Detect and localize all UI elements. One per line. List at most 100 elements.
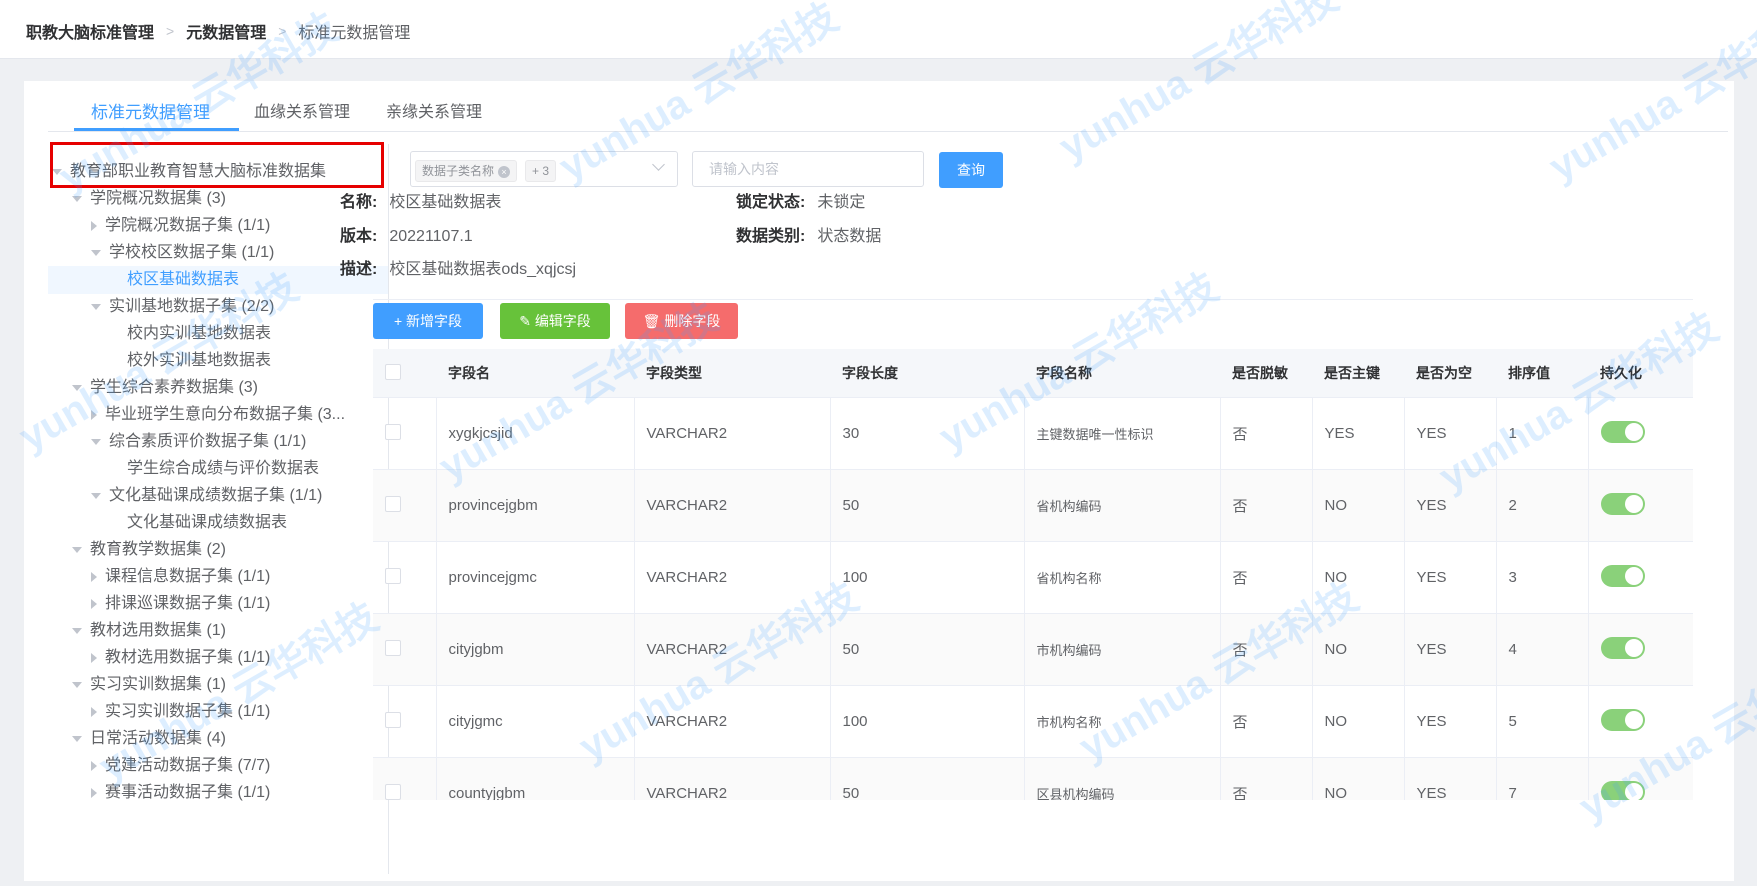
edit-field-button[interactable]: ✎ 编辑字段 xyxy=(500,303,610,339)
tree-node[interactable]: 学院概况数据子集 (1/1) xyxy=(91,212,270,240)
persist-toggle[interactable] xyxy=(1600,636,1645,659)
persist-cell xyxy=(1588,757,1693,800)
subclass-select[interactable]: 数据子类名称 × + 3 xyxy=(410,151,678,187)
row-checkbox[interactable] xyxy=(373,613,437,686)
table-cell-mask: 否 xyxy=(1220,685,1313,758)
tree-node[interactable]: 学校校区数据子集 (1/1) xyxy=(91,239,274,267)
row-checkbox[interactable] xyxy=(373,685,437,758)
tree-node[interactable]: 排课巡课数据子集 (1/1) xyxy=(91,590,270,618)
table-cell-name: cityjgbm xyxy=(436,613,635,686)
search-input[interactable]: 请输入内容 xyxy=(692,151,924,187)
select-all-checkbox[interactable] xyxy=(373,349,436,398)
row-checkbox[interactable] xyxy=(373,541,437,614)
table-row[interactable]: provincejgbm VARCHAR2 50 省机构编码否 NO YES 2 xyxy=(373,469,1693,542)
table-cell-name: cityjgmc xyxy=(436,685,635,758)
col-header: 字段类型 xyxy=(634,349,830,398)
tree-node[interactable]: 学生综合成绩与评价数据表 xyxy=(110,455,319,483)
tree-node-label: 学生综合成绩与评价数据表 xyxy=(127,460,320,477)
select-more-chip: + 3 xyxy=(525,160,557,182)
caret-down-icon xyxy=(72,681,82,688)
tree-node[interactable]: 实训基地数据子集 (2/2) xyxy=(91,293,274,321)
tree-node[interactable]: 文化基础课成绩数据子集 (1/1) xyxy=(91,482,322,510)
tree-node-label: 学校校区数据子集 (1/1) xyxy=(109,244,275,261)
table-cell-name: countyjgbm xyxy=(436,757,635,800)
tree-node[interactable]: 教材选用数据集 (1) xyxy=(72,617,226,645)
close-icon[interactable]: × xyxy=(498,166,511,178)
tree-node-label: 教材选用数据子集 (1/1) xyxy=(105,649,271,666)
checkbox-icon xyxy=(385,639,401,656)
tree-node[interactable]: 文化基础课成绩数据表 xyxy=(110,509,287,537)
persist-cell xyxy=(1588,541,1693,614)
tree-node[interactable]: 学生综合素养数据集 (3) xyxy=(72,374,258,402)
tree-node[interactable]: 校外实训基地数据表 xyxy=(110,347,271,375)
info-value: 校区基础数据表 xyxy=(389,194,502,211)
table-row[interactable]: xygkjcsjid VARCHAR2 30 主键数据唯一性标识否 YES YES 1 xyxy=(373,397,1693,470)
persist-toggle[interactable] xyxy=(1600,564,1645,587)
persist-toggle[interactable] xyxy=(1600,780,1645,800)
info-label: 名称: xyxy=(340,194,378,211)
caret-down-icon xyxy=(72,627,82,634)
table-cell-type: VARCHAR2 xyxy=(634,541,831,614)
table-cell-cname: 省机构编码 xyxy=(1024,469,1221,542)
table-cell-name: xygkjcsjid xyxy=(436,397,635,470)
tree-node-label: 教材选用数据集 (1) xyxy=(90,622,227,639)
caret-down-icon xyxy=(72,384,82,391)
tree-node[interactable]: 教育教学数据集 (2) xyxy=(72,536,226,564)
tree-node[interactable]: 课程信息数据子集 (1/1) xyxy=(91,563,270,591)
tree-node[interactable]: 赛事活动数据子集 (1/1) xyxy=(91,779,270,807)
table-cell-name: provincejgbm xyxy=(436,469,635,542)
tree-node[interactable]: 实习实训数据子集 (1/1) xyxy=(91,698,270,726)
trash-icon: 🗑 xyxy=(642,313,665,329)
persist-toggle[interactable] xyxy=(1600,420,1645,443)
row-checkbox[interactable] xyxy=(373,469,437,542)
breadcrumb-item-current: 标准元数据管理 xyxy=(298,25,411,42)
row-checkbox[interactable] xyxy=(373,757,437,800)
tree-node[interactable]: 教材选用数据子集 (1/1) xyxy=(91,644,270,672)
tree-node-label: 学院概况数据集 (3) xyxy=(90,190,227,207)
tree-node[interactable]: 毕业班学生意向分布数据子集 (3... xyxy=(91,401,345,429)
tab-standard-metadata[interactable]: 标准元数据管理 xyxy=(91,98,210,123)
tree-node-label: 实习实训数据子集 (1/1) xyxy=(105,703,271,720)
tree-node-label: 实习实训数据集 (1) xyxy=(90,676,227,693)
tree-node-label: 日常活动数据集 (4) xyxy=(90,730,227,747)
tab-kinship[interactable]: 亲缘关系管理 xyxy=(386,98,482,122)
row-checkbox[interactable] xyxy=(373,397,437,470)
caret-right-icon xyxy=(91,220,97,231)
breadcrumb-item-metadata[interactable]: 元数据管理 xyxy=(186,19,266,43)
tree-node-label: 学生综合素养数据集 (3) xyxy=(90,379,259,396)
highlight-box xyxy=(50,142,384,188)
tree-node-label: 排课巡课数据子集 (1/1) xyxy=(105,595,271,612)
table-row[interactable]: cityjgmc VARCHAR2 100 市机构名称否 NO YES 5 xyxy=(373,685,1693,758)
col-header: 字段名 xyxy=(436,349,634,398)
edit-field-label: 编辑字段 xyxy=(534,313,591,329)
table-cell-cname: 主键数据唯一性标识 xyxy=(1024,397,1221,470)
table-cell-len: 50 xyxy=(830,469,1025,542)
tree-node[interactable]: 实习实训数据集 (1) xyxy=(72,671,226,699)
tree-node[interactable]: 日常活动数据集 (4) xyxy=(72,725,226,753)
tab-lineage[interactable]: 血缘关系管理 xyxy=(254,98,350,122)
breadcrumb-item-brain[interactable]: 职教大脑标准管理 xyxy=(26,19,154,43)
chevron-down-icon xyxy=(652,158,665,171)
delete-field-button[interactable]: 🗑 删除字段 xyxy=(625,303,738,339)
persist-toggle[interactable] xyxy=(1600,708,1645,731)
table-cell-nullable: YES xyxy=(1404,541,1497,614)
add-field-button[interactable]: + 新增字段 xyxy=(373,303,483,339)
tree-node[interactable]: 综合素质评价数据子集 (1/1) xyxy=(91,428,306,456)
table-row[interactable]: provincejgmc VARCHAR2 100 省机构名称否 NO YES 3 xyxy=(373,541,1693,614)
dataset-tree: 教育部职业教育智慧大脑标准数据集 学院概况数据集 (3) 学院概况数据子集 (1/… xyxy=(48,144,389,874)
table-row[interactable]: cityjgbm VARCHAR2 50 市机构编码否 NO YES 4 xyxy=(373,613,1693,686)
tree-node[interactable]: 校区基础数据表 xyxy=(48,266,388,294)
persist-toggle[interactable] xyxy=(1600,492,1645,515)
checkbox-icon xyxy=(385,783,401,800)
caret-right-icon xyxy=(91,706,97,717)
tree-node-label: 学院概况数据子集 (1/1) xyxy=(105,217,271,234)
info-lock: 锁定状态: 未锁定 xyxy=(736,188,865,212)
tree-node[interactable]: 学院概况数据集 (3) xyxy=(72,185,226,213)
query-button[interactable]: 查询 xyxy=(939,152,1003,188)
table-row[interactable]: countyjgbm VARCHAR2 50 区县机构编码否 NO YES 7 xyxy=(373,757,1693,800)
tree-node[interactable]: 校内实训基地数据表 xyxy=(110,320,271,348)
table-cell-order: 7 xyxy=(1496,757,1589,800)
tree-node[interactable]: 党建活动数据子集 (7/7) xyxy=(91,752,270,780)
table-cell-type: VARCHAR2 xyxy=(634,469,831,542)
persist-cell xyxy=(1588,469,1693,542)
